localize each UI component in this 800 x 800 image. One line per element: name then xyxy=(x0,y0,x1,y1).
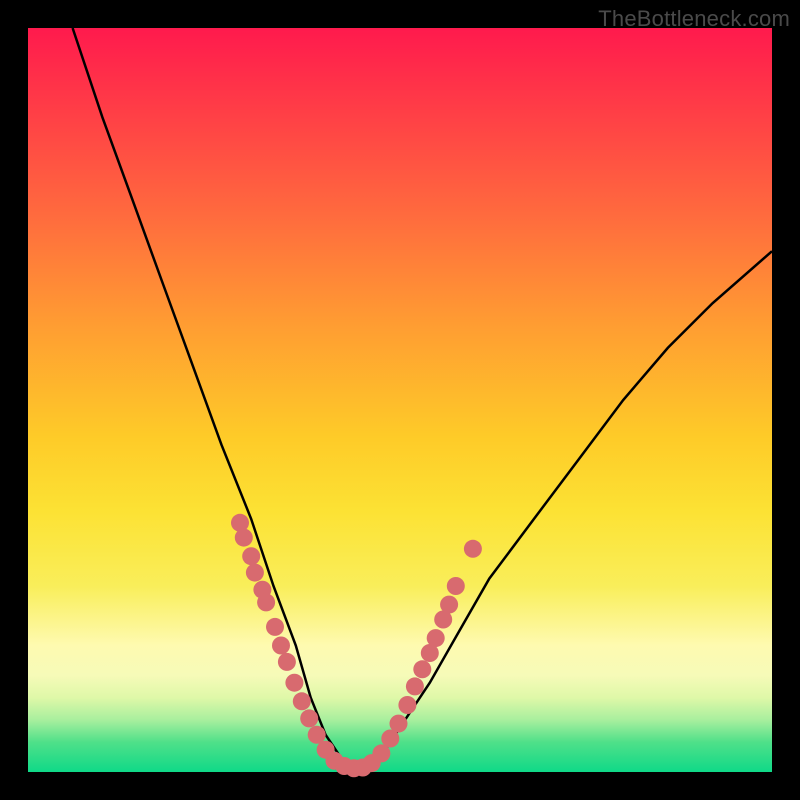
pink-dot xyxy=(464,540,482,558)
pink-dot xyxy=(406,677,424,695)
chart-container: TheBottleneck.com xyxy=(0,0,800,800)
pink-dot xyxy=(257,593,275,611)
pink-dot xyxy=(293,692,311,710)
pink-dot xyxy=(246,564,264,582)
pink-dot xyxy=(447,577,465,595)
pink-dots-group xyxy=(231,514,482,778)
plot-area xyxy=(28,28,772,772)
pink-dot xyxy=(398,696,416,714)
pink-dot xyxy=(266,618,284,636)
pink-dot xyxy=(440,596,458,614)
pink-dot xyxy=(427,629,445,647)
pink-dot xyxy=(242,547,260,565)
pink-dot xyxy=(235,529,253,547)
watermark-text: TheBottleneck.com xyxy=(598,6,790,32)
pink-dot xyxy=(390,715,408,733)
left-curve-path xyxy=(73,28,356,772)
pink-dot xyxy=(272,637,290,655)
pink-dot xyxy=(413,660,431,678)
pink-dot xyxy=(278,653,296,671)
pink-dot xyxy=(285,674,303,692)
pink-dot xyxy=(300,709,318,727)
chart-svg xyxy=(28,28,772,772)
